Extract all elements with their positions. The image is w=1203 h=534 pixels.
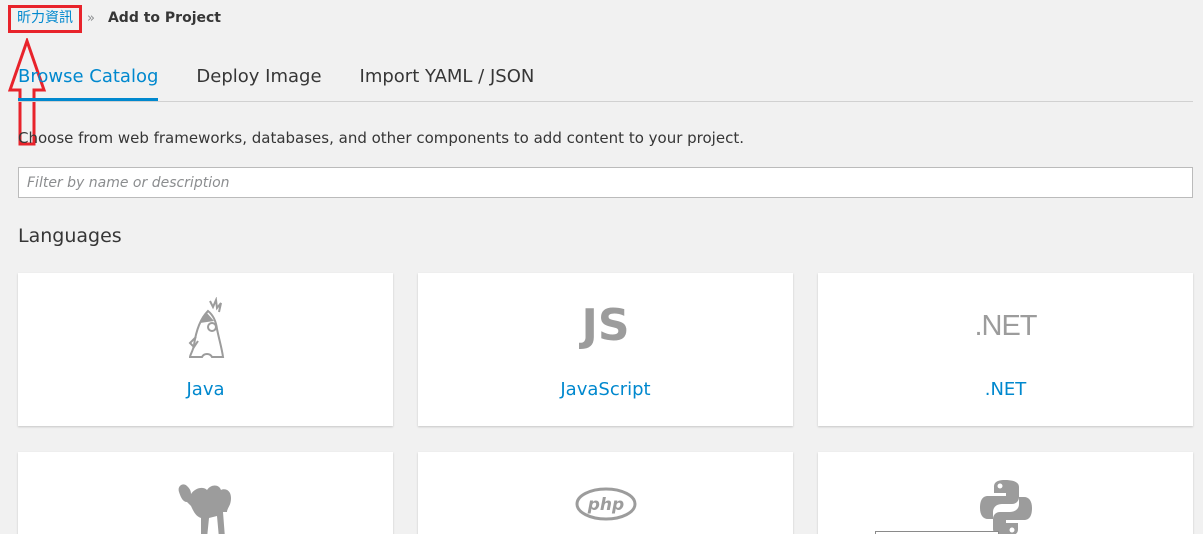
- card-label-javascript: JavaScript: [560, 379, 651, 400]
- tab-bar: Browse Catalog Deploy Image Import YAML …: [18, 60, 1193, 102]
- card-label-dotnet: .NET: [984, 379, 1027, 400]
- php-icon: php: [575, 487, 636, 521]
- catalog-card-php[interactable]: php: [418, 452, 793, 534]
- perl-camel-icon: [178, 484, 231, 534]
- catalog-card-perl[interactable]: [18, 452, 393, 534]
- filter-input[interactable]: [18, 167, 1193, 198]
- catalog-card-java[interactable]: Java: [18, 273, 393, 426]
- catalog-card-dotnet[interactable]: .NET .NET: [818, 273, 1193, 426]
- python-icon: [979, 480, 1032, 534]
- add-to-project-page: 昕力資訊 » Add to Project Browse Catalog Dep…: [0, 0, 1203, 534]
- tab-browse-catalog[interactable]: Browse Catalog: [18, 60, 159, 101]
- breadcrumb-current: Add to Project: [107, 10, 221, 26]
- breadcrumb: 昕力資訊 » Add to Project: [17, 8, 221, 28]
- breadcrumb-separator: »: [87, 10, 95, 26]
- java-duke-icon: [188, 297, 224, 358]
- section-heading-languages: Languages: [18, 225, 122, 247]
- catalog-card-python[interactable]: [818, 452, 1193, 534]
- breadcrumb-project-link[interactable]: 昕力資訊: [17, 9, 73, 27]
- tab-import-yaml-json[interactable]: Import YAML / JSON: [360, 60, 535, 94]
- tab-deploy-image[interactable]: Deploy Image: [196, 60, 321, 94]
- card-label-java: Java: [186, 379, 225, 400]
- dotnet-icon: .NET: [974, 310, 1037, 342]
- catalog-card-javascript[interactable]: JS JavaScript: [418, 273, 793, 426]
- javascript-icon: JS: [581, 300, 630, 351]
- php-icon-text: php: [586, 495, 623, 515]
- intro-text: Choose from web frameworks, databases, a…: [18, 129, 744, 147]
